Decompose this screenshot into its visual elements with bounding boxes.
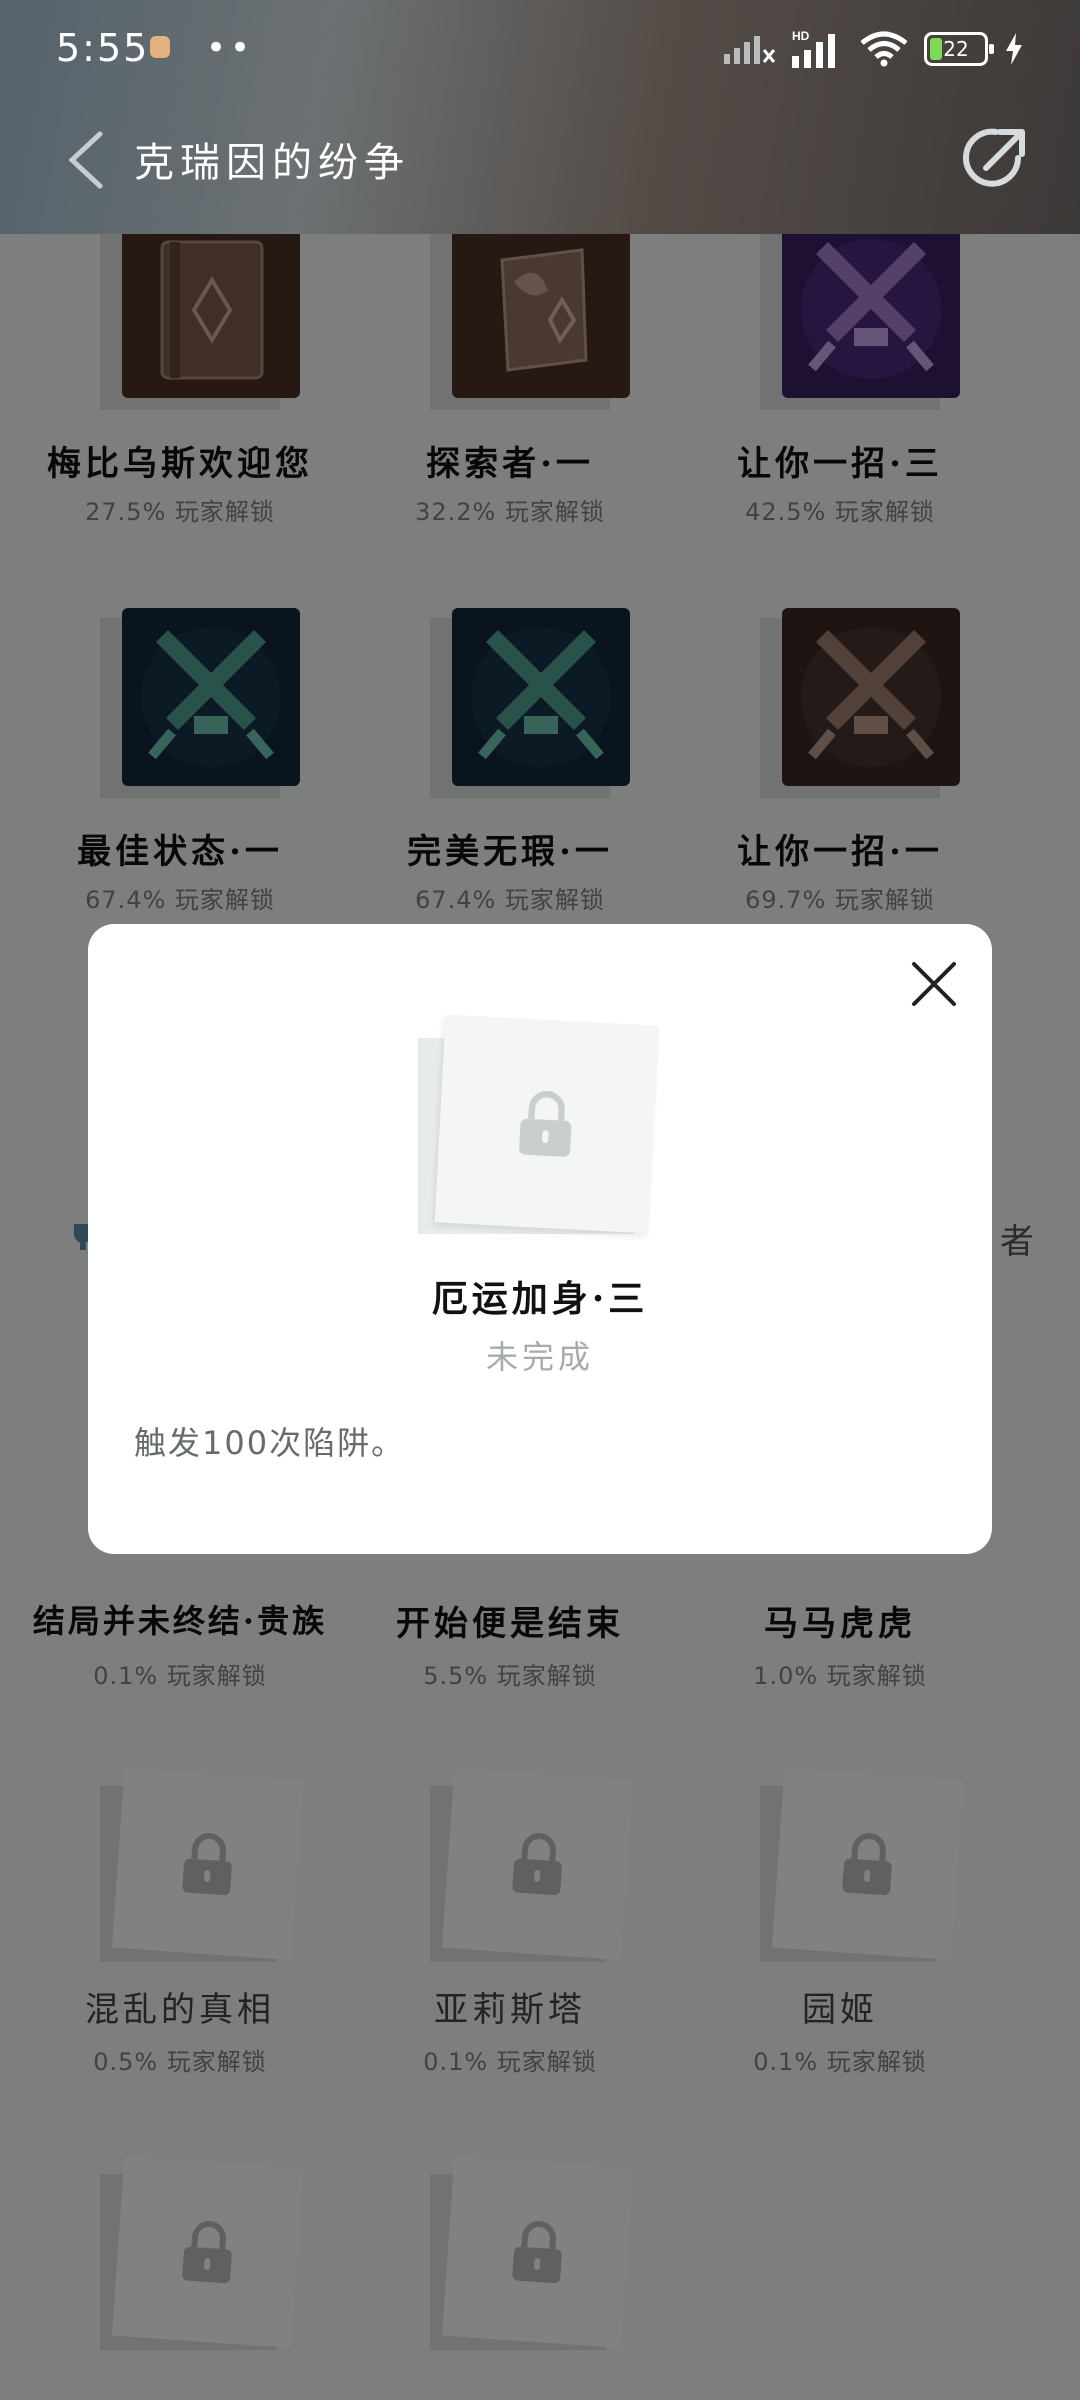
charging-bolt-icon	[1006, 33, 1022, 65]
nav-bar: 克瑞因的纷争	[0, 110, 1080, 210]
hd-label: HD	[792, 30, 810, 43]
achievement-detail-dialog: 厄运加身·三 未完成 触发100次陷阱。	[88, 924, 992, 1554]
completion-status: 未完成	[485, 1338, 594, 1376]
achievement-description: 触发100次陷阱。	[134, 1424, 406, 1462]
signal-hd-icon: HD	[792, 30, 835, 68]
partial-achievement-label: 者	[1000, 1222, 1034, 1262]
share-button[interactable]	[956, 118, 1036, 198]
page-title: 克瑞因的纷争	[134, 140, 410, 186]
lock-icon	[519, 1091, 572, 1157]
dialog-title: 厄运加身·三	[431, 1278, 649, 1320]
battery-level: 22	[943, 37, 969, 61]
status-bar: 5:55 •• HD 22	[0, 0, 1080, 100]
battery-indicator: 22	[924, 32, 994, 66]
wifi-icon	[860, 31, 908, 67]
signal-weak-icon	[724, 36, 776, 64]
app-header: 5:55 •• HD 22 克瑞因的纷争	[0, 0, 1080, 234]
close-button[interactable]	[908, 958, 960, 1010]
status-time: 5:55	[56, 26, 150, 70]
achievement-badge	[418, 1012, 668, 1242]
status-icons: HD 22	[724, 30, 1024, 68]
status-dots: ••	[206, 28, 255, 68]
notification-icon	[150, 36, 170, 58]
back-button[interactable]	[58, 128, 112, 192]
